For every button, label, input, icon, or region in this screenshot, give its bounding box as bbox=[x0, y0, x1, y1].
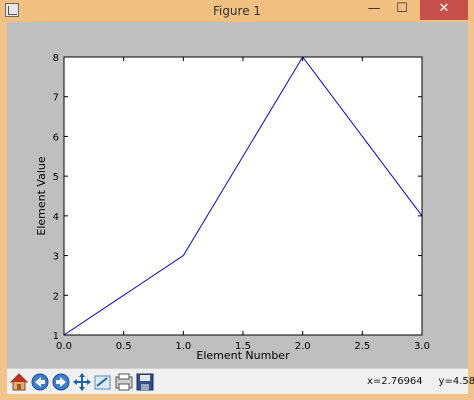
title-bar[interactable]: Figure 1 — ☐ ✕ bbox=[0, 0, 474, 22]
maximize-button[interactable]: ☐ bbox=[388, 0, 416, 20]
home-button[interactable] bbox=[9, 372, 29, 392]
y-tick-label: 7 bbox=[53, 93, 59, 104]
save-icon bbox=[136, 373, 154, 391]
y-tick-label: 1 bbox=[53, 331, 59, 342]
y-tick-label: 6 bbox=[53, 132, 59, 143]
x-tick-label: 0.5 bbox=[116, 341, 132, 352]
y-tick-label: 8 bbox=[53, 53, 59, 64]
x-axis-label: Element Number bbox=[196, 349, 290, 362]
x-tick-label: 1.0 bbox=[175, 341, 191, 352]
x-tick-label: 0.0 bbox=[56, 341, 72, 352]
figure-window: Figure 1 — ☐ ✕ 0.0 0.5 1.0 1.5 2.0 2.5 3.0 1 2 3 4… bbox=[0, 0, 474, 400]
forward-arrow-icon bbox=[52, 373, 70, 391]
x-tick-label: 2.0 bbox=[295, 341, 311, 352]
pan-icon bbox=[73, 373, 91, 391]
minimize-button[interactable]: — bbox=[360, 0, 388, 20]
y-tick-label: 2 bbox=[53, 291, 59, 302]
forward-button[interactable] bbox=[51, 372, 71, 392]
zoom-button[interactable] bbox=[93, 372, 113, 392]
zoom-icon bbox=[94, 375, 111, 390]
line-chart: 0.0 0.5 1.0 1.5 2.0 2.5 3.012345678 Element Nu… bbox=[35, 53, 430, 362]
client-area: 0.0 0.5 1.0 1.5 2.0 2.5 3.0 1 2 3 4 5 6 7 8 Element Nu… bbox=[7, 22, 474, 394]
home-icon bbox=[9, 373, 29, 391]
navigation-toolbar: x=2.76964 y=4.58892 bbox=[7, 368, 474, 394]
axes-area bbox=[64, 57, 422, 335]
y-tick-label: 3 bbox=[53, 252, 59, 263]
back-arrow-icon bbox=[31, 373, 49, 391]
pan-button[interactable] bbox=[72, 372, 92, 392]
back-button[interactable] bbox=[30, 372, 50, 392]
figure-canvas[interactable]: 0.0 0.5 1.0 1.5 2.0 2.5 3.0 1 2 3 4 5 6 7 8 Element Nu… bbox=[7, 22, 468, 368]
configure-subplots-button[interactable] bbox=[114, 372, 134, 392]
configure-icon bbox=[115, 373, 133, 391]
close-button[interactable]: ✕ bbox=[420, 0, 468, 20]
cursor-coordinates: x=2.76964 y=4.58892 bbox=[367, 376, 474, 387]
y-tick-label: 5 bbox=[53, 172, 59, 183]
x-tick-label: 3.0 bbox=[414, 341, 430, 352]
y-axis-label: Element Value bbox=[35, 156, 48, 235]
x-tick-label: 2.5 bbox=[354, 341, 370, 352]
save-button[interactable] bbox=[135, 372, 155, 392]
y-tick-label: 4 bbox=[53, 212, 59, 223]
